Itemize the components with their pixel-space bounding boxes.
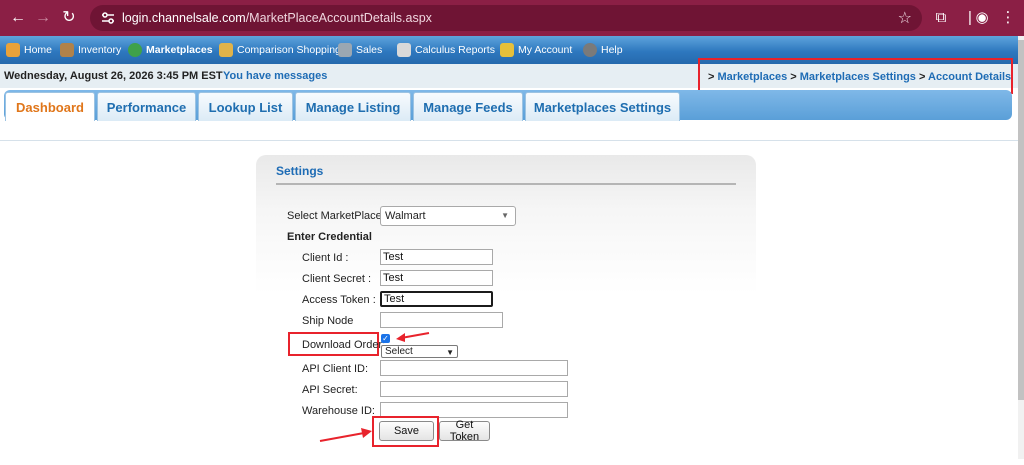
tab-lookup-list[interactable]: Lookup List (198, 92, 293, 121)
download-order-select[interactable]: Select ▼ (381, 345, 458, 358)
back-arrow-icon[interactable]: ← (8, 8, 28, 28)
ship-node-label: Ship Node (302, 315, 354, 327)
site-settings-icon[interactable] (100, 10, 116, 26)
breadcrumb-account-details[interactable]: Account Details (928, 71, 1011, 83)
chevron-down-icon: ▼ (446, 348, 454, 357)
download-order-checkbox[interactable]: ✓ (381, 334, 390, 343)
scrollbar-thumb[interactable] (1018, 40, 1024, 400)
messages-link[interactable]: You have messages (223, 70, 327, 82)
tab-dashboard[interactable]: Dashboard (5, 92, 95, 122)
api-client-id-label: API Client ID: (302, 363, 369, 375)
sales-icon (338, 43, 352, 57)
menu-home[interactable]: Home (6, 43, 52, 57)
access-token-field[interactable] (380, 291, 493, 307)
divider (276, 183, 736, 185)
inventory-icon (60, 43, 74, 57)
chevron-down-icon: ▼ (501, 211, 509, 220)
enter-credential-heading: Enter Credential (287, 231, 372, 243)
reload-icon[interactable]: ↻ (59, 8, 79, 28)
profile-icon[interactable]: ◉ (972, 8, 992, 28)
save-button[interactable]: Save (379, 421, 434, 441)
menu-inventory[interactable]: Inventory (60, 43, 121, 57)
api-client-id-field[interactable] (380, 360, 568, 376)
settings-panel (256, 155, 756, 465)
breadcrumb-marketplaces[interactable]: Marketplaces (717, 71, 787, 83)
annotation-arrow-icon (319, 428, 372, 442)
tab-performance[interactable]: Performance (97, 92, 196, 121)
current-date: Wednesday, August 26, 2026 3:45 PM EST (4, 70, 223, 82)
chart-icon (397, 43, 411, 57)
address-bar[interactable]: login.channelsale.com/MarketPlaceAccount… (90, 5, 922, 31)
breadcrumb-separator: > (787, 71, 800, 83)
tab-manage-listing[interactable]: Manage Listing (295, 92, 411, 121)
download-order-select-value: Select (385, 346, 413, 357)
shopping-icon (219, 43, 233, 57)
client-secret-label: Client Secret : (302, 273, 372, 285)
globe-icon (128, 43, 142, 57)
client-secret-field[interactable] (380, 270, 493, 286)
select-marketplace-label: Select MarketPlace: (287, 210, 385, 222)
get-token-button[interactable]: Get Token (439, 419, 490, 443)
access-token-label: Access Token : (302, 294, 376, 306)
api-secret-label: API Secret: (302, 384, 358, 396)
home-icon (6, 43, 20, 57)
warehouse-id-label: Warehouse ID: (302, 405, 375, 417)
download-order-label: Download Order: (302, 339, 386, 351)
settings-title: Settings (276, 164, 324, 178)
menu-comparison-shopping[interactable]: Comparison Shopping (219, 43, 341, 57)
client-id-field[interactable] (380, 249, 493, 265)
breadcrumb-marketplaces-settings[interactable]: Marketplaces Settings (800, 71, 916, 83)
bookmark-star-icon[interactable]: ☆ (898, 8, 912, 28)
menu-help[interactable]: Help (583, 43, 623, 57)
ship-node-field[interactable] (380, 312, 503, 328)
tab-marketplaces-settings[interactable]: Marketplaces Settings (525, 92, 680, 121)
menu-calculus-reports[interactable]: Calculus Reports (397, 43, 495, 57)
extensions-icon[interactable]: ⧉ (931, 8, 951, 28)
more-menu-icon[interactable]: ⋮ (998, 8, 1018, 28)
tab-manage-feeds[interactable]: Manage Feeds (413, 92, 523, 121)
forward-arrow-icon[interactable]: → (33, 8, 53, 28)
marketplace-select[interactable]: Walmart ▼ (380, 206, 516, 226)
help-icon (583, 43, 597, 57)
url-text: login.channelsale.com/MarketPlaceAccount… (122, 11, 432, 25)
menu-my-account[interactable]: My Account (500, 43, 572, 57)
breadcrumb: > Marketplaces > Marketplaces Settings >… (698, 58, 1013, 94)
menu-marketplaces[interactable]: Marketplaces (128, 43, 213, 57)
account-icon (500, 43, 514, 57)
client-id-label: Client Id : (302, 252, 349, 264)
annotation-arrow-icon (396, 332, 430, 342)
browser-toolbar: ← → ↻ login.channelsale.com/MarketPlaceA… (0, 0, 1024, 36)
api-secret-field[interactable] (380, 381, 568, 397)
tab-content-top (0, 121, 1020, 141)
menu-sales[interactable]: Sales (338, 43, 382, 57)
breadcrumb-separator: > (915, 71, 929, 83)
marketplace-select-value: Walmart (385, 210, 426, 222)
